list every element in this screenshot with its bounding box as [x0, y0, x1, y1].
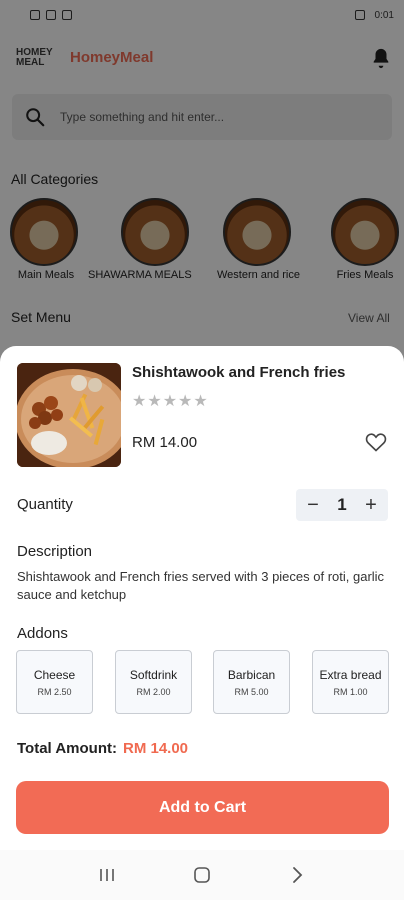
addon-name: Cheese	[33, 667, 76, 682]
addons-label: Addons	[17, 625, 68, 642]
back-icon[interactable]	[285, 863, 309, 887]
decrement-button[interactable]: −	[304, 495, 322, 515]
addon-option[interactable]: Extra bread RM 1.00	[312, 650, 389, 714]
product-image	[17, 363, 121, 467]
description-label: Description	[17, 543, 93, 560]
product-price: RM 14.00	[132, 434, 198, 451]
total-value: RM 14.00	[122, 740, 189, 757]
recent-apps-icon[interactable]	[95, 863, 119, 887]
quantity-stepper: − 1 +	[296, 489, 388, 521]
addon-option[interactable]: Barbican RM 5.00	[213, 650, 290, 714]
product-sheet: Shishtawook and French fries ★★★★★ RM 14…	[0, 346, 404, 850]
heart-icon[interactable]	[364, 430, 388, 454]
addon-option[interactable]: Softdrink RM 2.00	[115, 650, 192, 714]
addon-option[interactable]: Cheese RM 2.50	[16, 650, 93, 714]
addon-price: RM 5.00	[234, 686, 269, 697]
product-title: Shishtawook and French fries	[132, 364, 346, 381]
quantity-value: 1	[337, 495, 347, 514]
addon-price: RM 1.00	[333, 686, 368, 697]
addon-price: RM 2.00	[136, 686, 171, 697]
rating-stars[interactable]: ★★★★★	[132, 391, 209, 411]
addon-name: Softdrink	[129, 667, 178, 682]
increment-button[interactable]: +	[362, 495, 380, 515]
system-nav-bar	[0, 850, 404, 900]
quantity-label: Quantity	[17, 496, 73, 513]
addon-name: Extra bread	[319, 667, 382, 682]
addon-price: RM 2.50	[37, 686, 72, 697]
home-icon[interactable]	[190, 863, 214, 887]
total-amount: Total Amount: RM 14.00	[17, 740, 188, 757]
total-label: Total Amount:	[17, 740, 117, 757]
description-text: Shishtawook and French fries served with…	[17, 569, 385, 602]
addon-name: Barbican	[227, 667, 276, 682]
add-to-cart-button[interactable]: Add to Cart	[16, 781, 389, 834]
